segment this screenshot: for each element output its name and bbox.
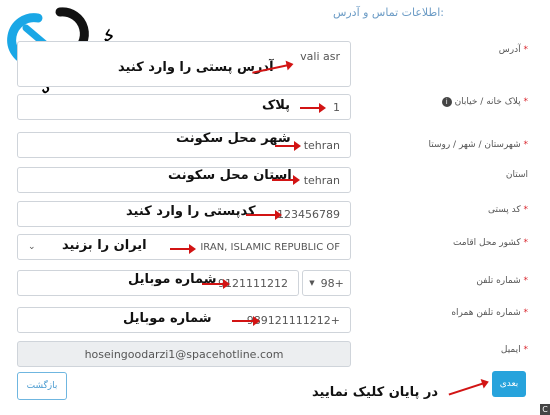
arrow-plaque xyxy=(300,103,326,113)
arrow-province xyxy=(272,175,300,185)
annotation-address: آدرس پستی را وارد کنید xyxy=(118,60,274,75)
arrow-mobile xyxy=(232,316,260,326)
province-label: استان xyxy=(505,170,528,180)
plaque-label: * پلاک خانه / خیابان i xyxy=(441,97,528,107)
next-button[interactable]: بعدی xyxy=(492,371,526,397)
mobile-label: * شماره تلفن همراه xyxy=(451,308,528,318)
chevron-down-icon: ▼ xyxy=(309,279,315,287)
arrow-phone xyxy=(202,279,230,289)
annotation-country: ایران را بزنید xyxy=(62,238,147,253)
arrow-city xyxy=(275,141,301,151)
chevron-down-icon: ⌄ xyxy=(28,242,36,252)
arrow-postal xyxy=(246,210,282,220)
annotation-mobile: شماره موبایل xyxy=(123,311,212,326)
info-icon[interactable]: i xyxy=(441,97,452,107)
postal-label: * کد پستی xyxy=(488,205,528,215)
corner-badge: C xyxy=(540,404,550,415)
phone-label: * شماره تلفن xyxy=(476,276,528,286)
arrow-next xyxy=(448,382,484,396)
annotation-plaque: پلاک xyxy=(262,98,291,113)
city-label: * شهرستان / شهر / روستا xyxy=(428,140,529,150)
email-label: * ایمیل xyxy=(500,345,528,355)
annotation-postal: کدپستی را وارد کنید xyxy=(126,204,256,219)
address-label: * آدرس xyxy=(498,45,528,55)
annotation-city: شهر محل سکونت xyxy=(176,131,291,146)
section-title: اطلاعات تماس و آدرس: xyxy=(332,6,444,19)
annotation-next: در پایان کلیک نمایید xyxy=(312,385,439,400)
arrow-country xyxy=(170,244,196,254)
country-label: * کشور محل اقامت xyxy=(452,238,528,248)
phone-code-select[interactable]: ▼ 98+ xyxy=(302,270,351,296)
back-button[interactable]: بازگشت xyxy=(17,372,67,400)
email-field: hoseingoodarzi1@spacehotline.com xyxy=(17,341,351,367)
